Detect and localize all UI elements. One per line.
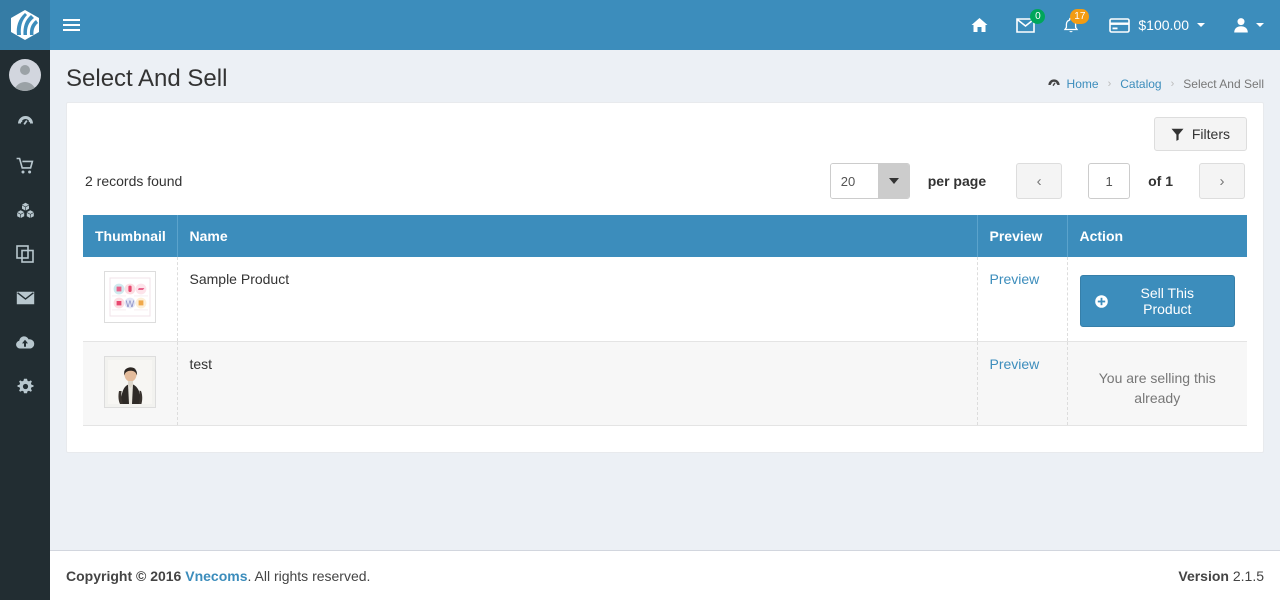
breadcrumb-separator: ›: [1170, 78, 1175, 90]
sidebar-toggle-button[interactable]: [50, 0, 92, 50]
icon-grid-thumbnail: W: [103, 271, 156, 323]
messages-badge: 0: [1030, 9, 1046, 24]
table-head: Thumbnail Name Preview Action: [83, 215, 1247, 257]
gear-icon: [17, 378, 34, 395]
sell-this-product-label: Sell This Product: [1140, 285, 1194, 317]
row-thumbnail-cell: [83, 341, 178, 426]
total-pages-label: of 1: [1148, 173, 1173, 189]
content-area: Select And Sell Home › Catalog › Select …: [50, 50, 1280, 550]
credit-card-icon: [1109, 17, 1131, 33]
products-table: Thumbnail Name Preview Action W Sample P…: [83, 215, 1247, 426]
home-button[interactable]: [957, 0, 1002, 50]
breadcrumb-item-current: Select And Sell: [1183, 77, 1264, 91]
breadcrumb: Home › Catalog › Select And Sell: [1047, 67, 1264, 91]
sidebar-item-dashboard[interactable]: [0, 100, 50, 144]
leaf-stack-logo-icon: [8, 8, 42, 42]
vendor-brand-link[interactable]: Vnecoms: [185, 568, 247, 584]
shopping-cart-icon: [16, 157, 34, 175]
page-title: Select And Sell: [66, 65, 228, 92]
sidebar-item-sales[interactable]: [0, 144, 50, 188]
notifications-badge: 17: [1070, 9, 1090, 24]
user-icon: [1233, 17, 1249, 33]
hamburger-icon: [62, 24, 80, 26]
table-body: W Sample Product Preview Sell This Produ…: [83, 257, 1247, 426]
row-action-cell: Sell This Product: [1067, 257, 1247, 342]
person-photo-thumbnail: [103, 356, 156, 408]
svg-text:W: W: [125, 300, 134, 310]
row-name-cell: test: [177, 341, 978, 426]
version-info: Version 2.1.5: [1178, 568, 1264, 584]
chevron-down-icon: [1256, 23, 1264, 27]
chevron-down-icon: [1197, 23, 1205, 27]
grid-toolbar: Filters: [67, 103, 1263, 151]
top-navbar-actions: 0 17 $100.00: [957, 0, 1280, 50]
grid-panel: Filters 2 records found 20 per page ‹ of…: [66, 102, 1264, 453]
column-header-name[interactable]: Name: [177, 215, 978, 257]
sidebar-avatar[interactable]: [0, 50, 50, 100]
home-icon: [971, 17, 988, 33]
avatar: [9, 59, 41, 91]
row-preview-cell: Preview: [977, 257, 1068, 342]
chevron-down-icon[interactable]: [877, 164, 909, 198]
row-thumbnail-cell: W: [83, 257, 178, 342]
user-dropdown[interactable]: [1221, 0, 1280, 50]
top-navbar: 0 17 $100.00: [0, 0, 1280, 50]
sidebar-item-messages[interactable]: [0, 276, 50, 320]
sidebar: [0, 50, 50, 600]
breadcrumb-item-home[interactable]: Home: [1067, 77, 1099, 91]
dashboard-icon: [16, 113, 35, 132]
preview-link[interactable]: Preview: [990, 271, 1040, 287]
per-page-select[interactable]: 20: [829, 163, 910, 199]
preview-link[interactable]: Preview: [990, 356, 1040, 372]
copyright-prefix: Copyright © 2016: [66, 567, 182, 584]
version-number: 2.1.5: [1232, 567, 1264, 584]
row-name-cell: Sample Product: [177, 257, 978, 342]
app-logo[interactable]: [0, 0, 50, 50]
row-preview-cell: Preview: [977, 341, 1068, 426]
wallet-dropdown[interactable]: $100.00: [1093, 0, 1221, 50]
page-footer: Copyright © 2016 Vnecoms. All rights res…: [50, 550, 1280, 600]
notifications-button[interactable]: 17: [1049, 0, 1093, 50]
messages-button[interactable]: 0: [1002, 0, 1049, 50]
records-found-label: 2 records found: [85, 173, 183, 189]
sidebar-item-import[interactable]: [0, 320, 50, 364]
sidebar-item-catalog[interactable]: [0, 188, 50, 232]
wallet-amount: $100.00: [1138, 17, 1189, 33]
envelope-icon: [16, 291, 35, 305]
row-action-cell: You are selling this already: [1067, 341, 1247, 426]
dashboard-icon: [1047, 78, 1061, 91]
funnel-icon: [1171, 128, 1184, 141]
per-page-label: per page: [927, 173, 987, 189]
filters-button-label: Filters: [1191, 126, 1230, 142]
version-label: Version: [1178, 567, 1229, 584]
grid-controls: 2 records found 20 per page ‹ of 1 ›: [67, 151, 1263, 199]
table-header-row: Thumbnail Name Preview Action: [83, 215, 1247, 257]
breadcrumb-separator: ›: [1107, 78, 1112, 90]
column-header-preview[interactable]: Preview: [977, 215, 1068, 257]
plus-circle-icon: [1094, 294, 1108, 308]
column-header-thumbnail[interactable]: Thumbnail: [83, 215, 178, 257]
sidebar-item-settings[interactable]: [0, 364, 50, 408]
next-page-button[interactable]: ›: [1199, 163, 1245, 199]
cloud-upload-icon: [15, 335, 35, 350]
page-number-input[interactable]: [1088, 163, 1131, 199]
filters-button[interactable]: Filters: [1153, 117, 1247, 151]
sidebar-item-pages[interactable]: [0, 232, 50, 276]
column-header-action[interactable]: Action: [1067, 215, 1247, 257]
previous-page-button[interactable]: ‹: [1016, 163, 1063, 199]
grid-table-wrapper: Thumbnail Name Preview Action W Sample P…: [67, 199, 1263, 426]
per-page-value: 20: [830, 164, 878, 198]
app-root: 0 17 $100.00 Select And Sell Home › Cata…: [0, 0, 1280, 600]
table-row[interactable]: test Preview You are selling this alread…: [83, 341, 1247, 426]
copy-icon: [16, 245, 34, 263]
cubes-icon: [16, 202, 35, 219]
copyright-text: Copyright © 2016 Vnecoms. All rights res…: [66, 568, 370, 584]
table-row[interactable]: W Sample Product Preview Sell This Produ…: [83, 257, 1247, 342]
pagination-controls: 20 per page ‹ of 1 ›: [829, 163, 1245, 199]
already-selling-note: You are selling this already: [1098, 369, 1216, 406]
sell-this-product-button[interactable]: Sell This Product: [1079, 275, 1235, 327]
content-header: Select And Sell Home › Catalog › Select …: [50, 50, 1280, 102]
breadcrumb-item-catalog[interactable]: Catalog: [1120, 77, 1161, 91]
copyright-suffix: . All rights reserved.: [247, 567, 371, 584]
